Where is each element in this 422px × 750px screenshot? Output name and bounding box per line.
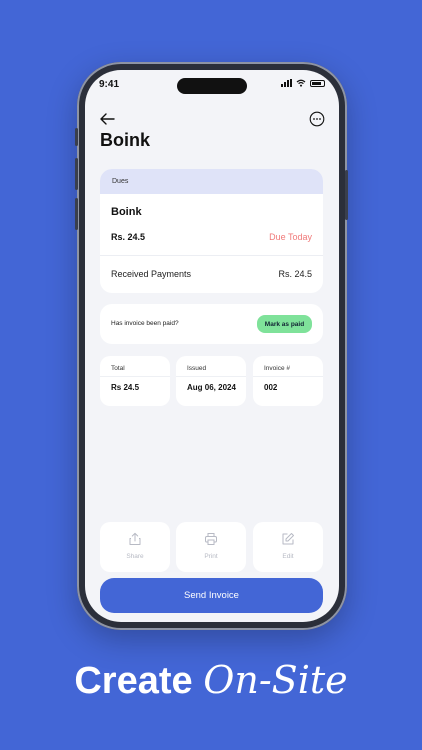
print-label: Print bbox=[204, 553, 218, 560]
status-bar: 9:41 bbox=[85, 70, 339, 98]
print-button[interactable]: Print bbox=[176, 522, 246, 572]
summary-label: Invoice # bbox=[264, 365, 291, 372]
print-icon bbox=[205, 533, 217, 545]
caption-bold-text: Create bbox=[74, 660, 193, 702]
dues-header: Dues bbox=[100, 169, 323, 194]
summary-value: Aug 06, 2024 bbox=[187, 383, 236, 392]
edit-icon bbox=[282, 533, 294, 545]
share-button[interactable]: Share bbox=[100, 522, 170, 572]
send-invoice-button[interactable]: Send Invoice bbox=[100, 578, 323, 613]
back-arrow-icon[interactable] bbox=[99, 112, 115, 126]
page-title: Boink bbox=[100, 130, 151, 150]
promo-caption: Create On-Site bbox=[0, 658, 422, 703]
edit-label: Edit bbox=[282, 553, 294, 560]
mark-as-paid-button[interactable]: Mark as paid bbox=[257, 315, 312, 333]
paid-question: Has invoice been paid? bbox=[111, 320, 179, 327]
client-name: Boink bbox=[111, 206, 142, 218]
dynamic-island bbox=[177, 78, 247, 94]
phone-side-button bbox=[75, 128, 78, 146]
summary-total-card: Total Rs 24.5 bbox=[100, 356, 170, 406]
phone-side-button bbox=[75, 198, 78, 230]
status-icons bbox=[281, 79, 325, 87]
share-label: Share bbox=[126, 553, 144, 560]
action-buttons: Share Print Edit bbox=[100, 522, 323, 572]
divider bbox=[100, 255, 323, 256]
phone-side-button bbox=[345, 170, 348, 220]
summary-label: Issued bbox=[187, 365, 207, 372]
invoice-summary: Total Rs 24.5 Issued Aug 06, 2024 Invoic… bbox=[100, 356, 323, 406]
app-screen: 9:41 Boink Dues Boink Rs. 24.5 Due Today bbox=[85, 70, 339, 622]
phone-side-button bbox=[75, 158, 78, 190]
received-payments-amount: Rs. 24.5 bbox=[278, 269, 312, 279]
summary-invoice-number-card: Invoice # 002 bbox=[253, 356, 323, 406]
signal-icon bbox=[281, 79, 292, 87]
due-amount: Rs. 24.5 bbox=[111, 232, 146, 242]
divider bbox=[100, 376, 170, 377]
divider bbox=[253, 376, 323, 377]
more-options-icon[interactable] bbox=[309, 111, 325, 127]
divider bbox=[176, 376, 246, 377]
top-bar bbox=[85, 108, 339, 132]
summary-label: Total bbox=[111, 365, 125, 372]
dues-card: Dues Boink Rs. 24.5 Due Today Received P… bbox=[100, 169, 323, 293]
battery-icon bbox=[310, 79, 325, 87]
summary-issued-card: Issued Aug 06, 2024 bbox=[176, 356, 246, 406]
wifi-icon bbox=[296, 79, 306, 87]
payment-check-card: Has invoice been paid? Mark as paid bbox=[100, 304, 323, 344]
caption-italic-text: On-Site bbox=[203, 658, 348, 702]
edit-button[interactable]: Edit bbox=[253, 522, 323, 572]
summary-value: 002 bbox=[264, 383, 278, 392]
due-status-badge: Due Today bbox=[269, 232, 312, 242]
share-icon bbox=[129, 532, 141, 545]
received-payments-label: Received Payments bbox=[111, 269, 192, 279]
status-time: 9:41 bbox=[99, 79, 120, 90]
summary-value: Rs 24.5 bbox=[111, 383, 140, 392]
